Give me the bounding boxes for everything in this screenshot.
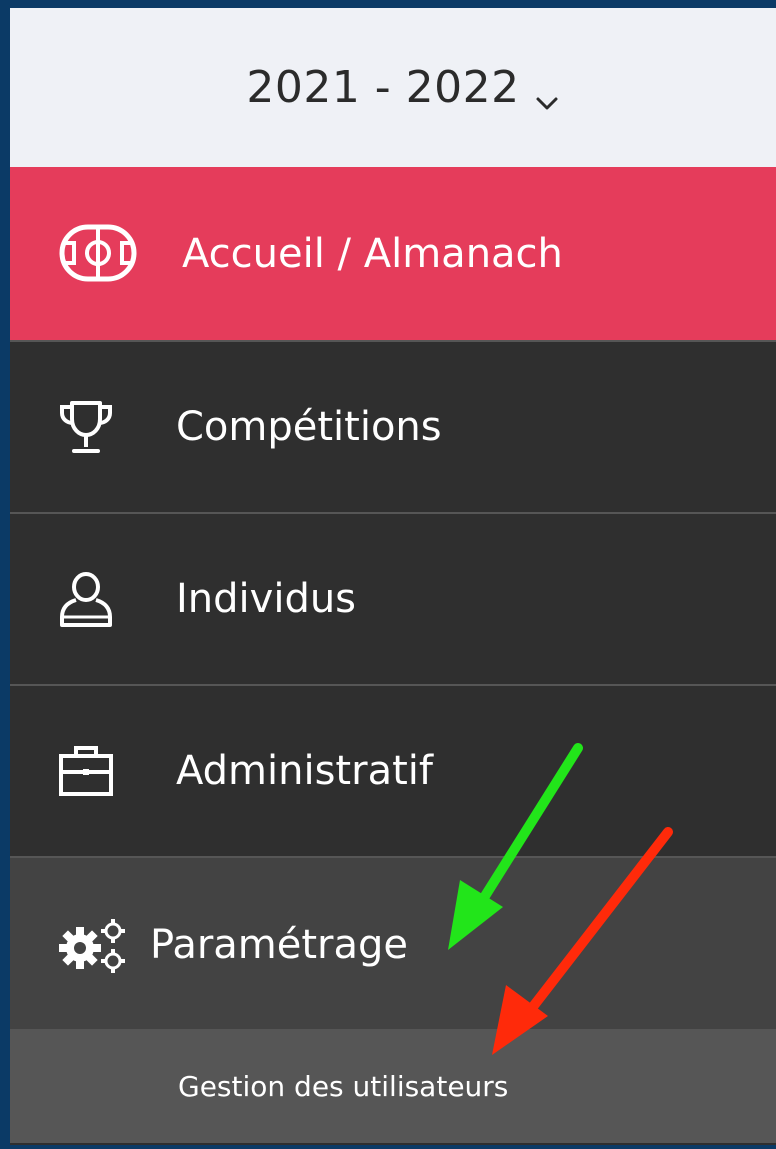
sidebar-item-label: Compétitions (176, 404, 442, 450)
sidebar-item-label: Individus (176, 576, 357, 622)
sidebar-subitem-gestion-utilisateurs[interactable]: Gestion des utilisateurs (10, 1029, 776, 1143)
sidebar-item-accueil[interactable]: Accueil / Almanach (10, 167, 776, 340)
sidebar-item-label: Accueil / Almanach (182, 231, 563, 277)
sidebar-item-individus[interactable]: Individus (10, 512, 776, 684)
sidebar-item-label: Administratif (176, 748, 433, 794)
season-selector[interactable]: 2021 - 2022 (10, 8, 776, 167)
user-icon (56, 569, 116, 629)
trophy-icon (56, 397, 116, 457)
football-field-icon (58, 223, 138, 283)
sidebar-subitem-label: Gestion des utilisateurs (178, 1069, 509, 1103)
briefcase-icon (56, 740, 116, 800)
chevron-down-icon (534, 77, 560, 109)
sidebar: 2021 - 2022 Accueil / Almanach Compétiti… (0, 0, 776, 1149)
sidebar-item-parametrage[interactable]: Paramétrage (10, 856, 776, 1029)
season-label: 2021 - 2022 (246, 62, 520, 113)
sidebar-item-administratif[interactable]: Administratif (10, 684, 776, 856)
sidebar-item-label: Paramétrage (150, 922, 409, 968)
gears-icon (58, 916, 138, 976)
sidebar-item-competitions[interactable]: Compétitions (10, 340, 776, 512)
